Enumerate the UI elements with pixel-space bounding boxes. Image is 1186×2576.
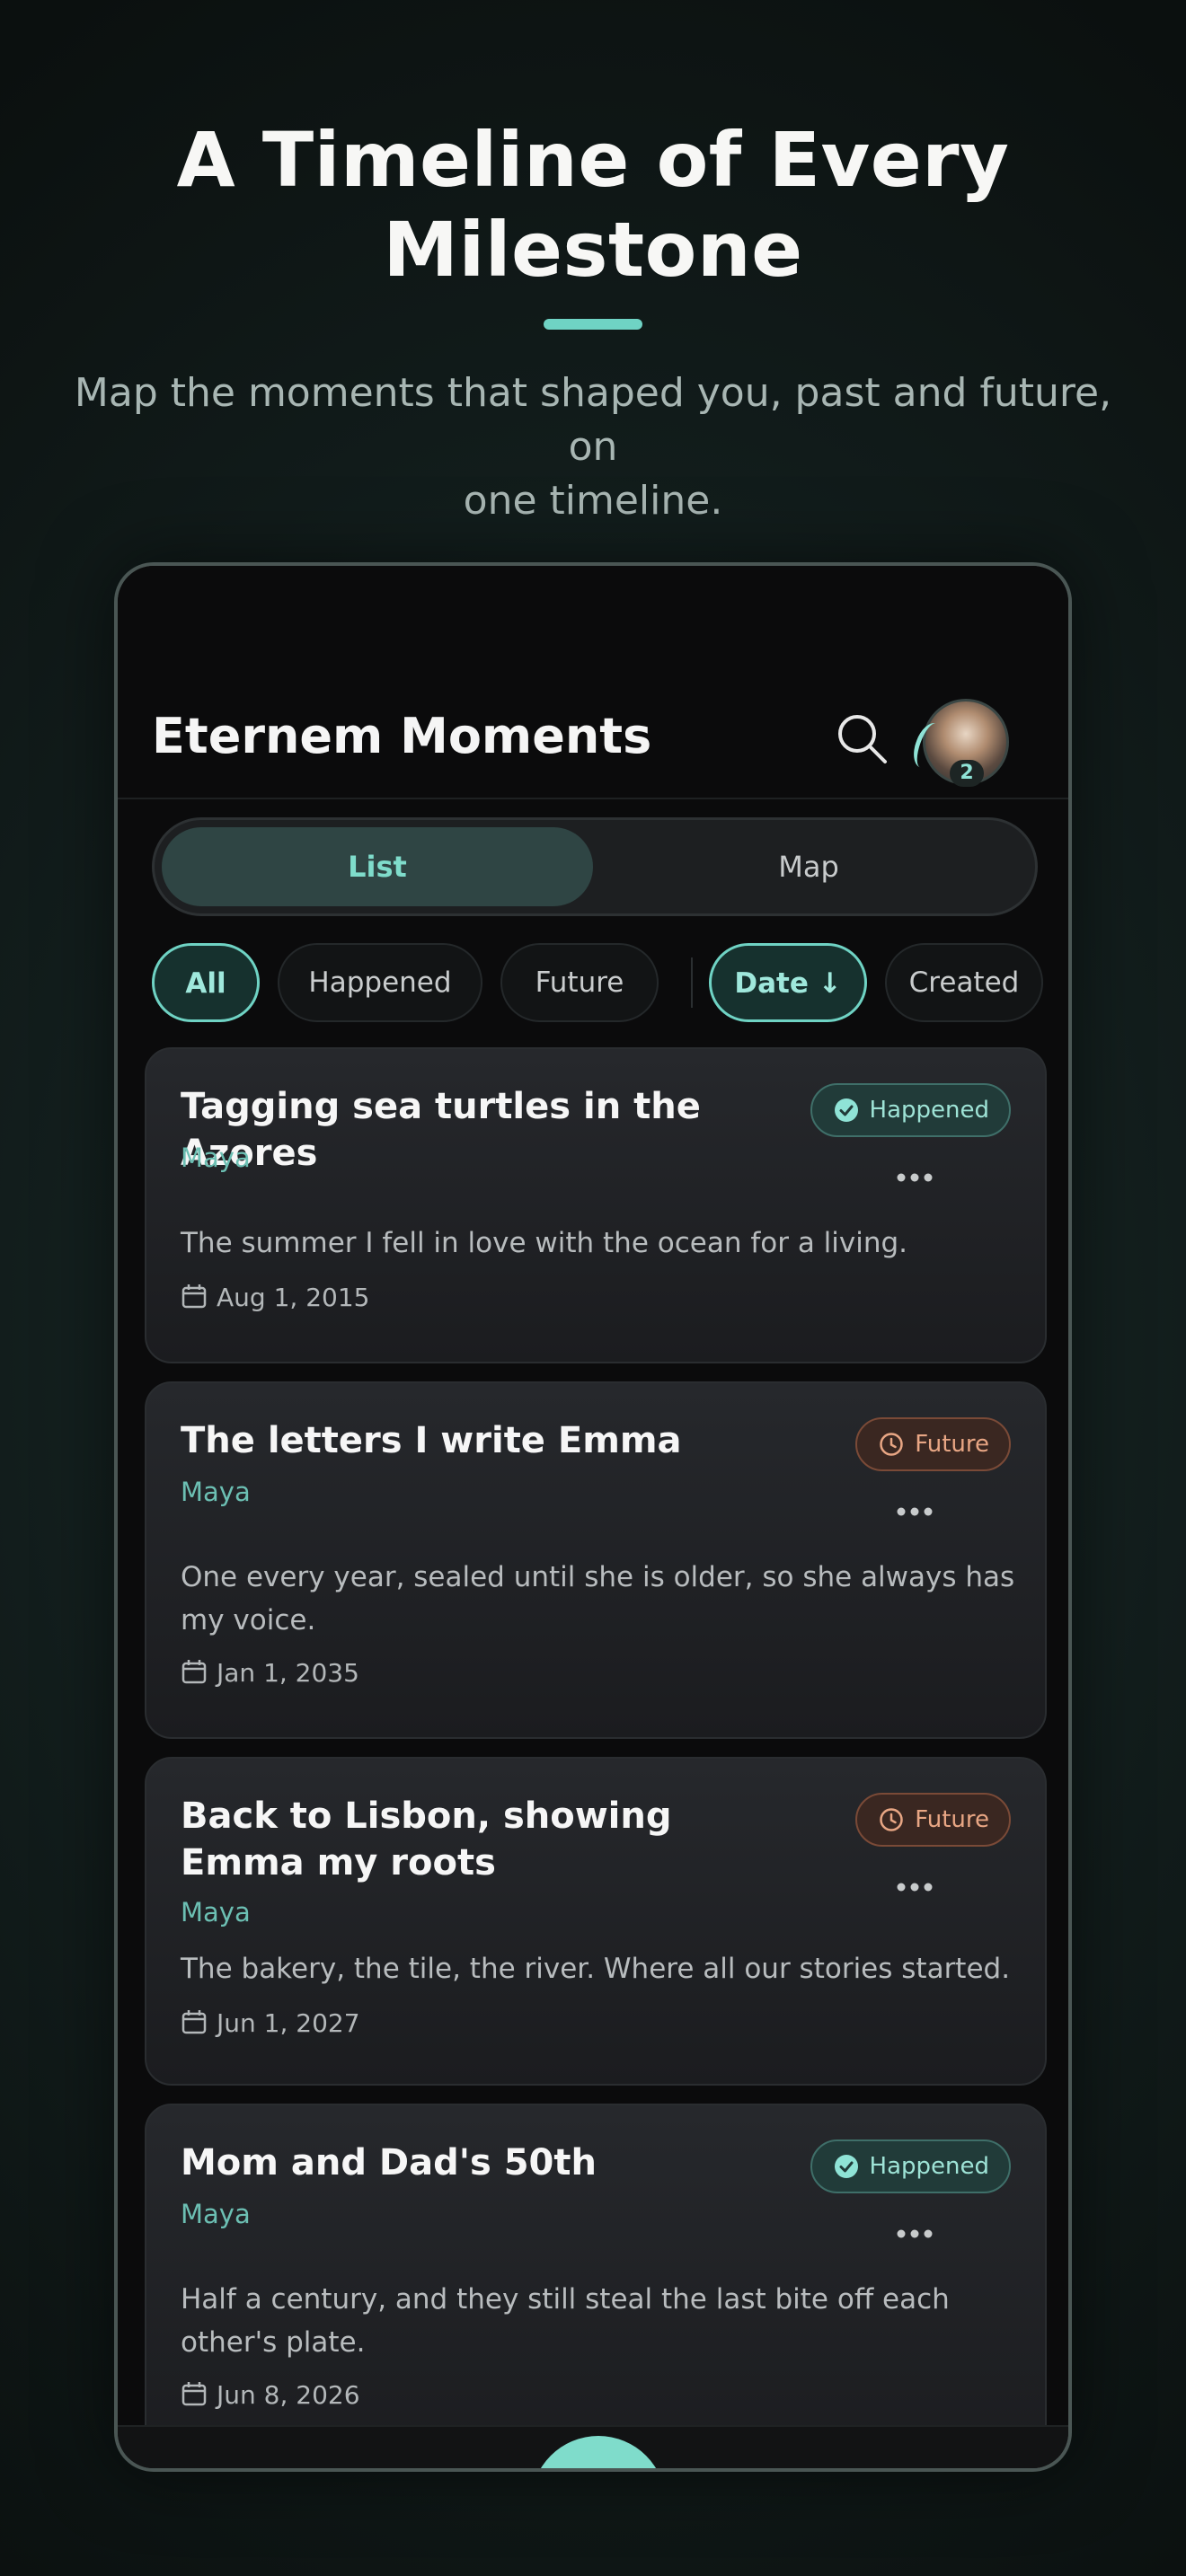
status-badge-label: Happened xyxy=(869,2153,989,2180)
moment-date-text: Jun 8, 2026 xyxy=(217,2380,360,2410)
clock-icon xyxy=(880,1433,903,1456)
avatar-badge: 2 xyxy=(950,760,984,787)
calendar-icon xyxy=(181,2382,207,2406)
clock-icon xyxy=(880,1808,903,1831)
hero-headline: A Timeline of Every Milestone xyxy=(0,115,1186,295)
moment-author: Maya xyxy=(181,2199,251,2229)
calendar-icon xyxy=(181,1660,207,1684)
hero-subtitle-line2: one timeline. xyxy=(463,478,723,524)
hero-subtitle-line1: Map the moments that shaped you, past an… xyxy=(74,370,1112,470)
moment-card[interactable]: Tagging sea turtles in the Azores Happen… xyxy=(145,1047,1047,1363)
moment-title: Back to Lisbon, showing Emma my roots xyxy=(181,1795,672,1883)
moment-date: Jun 1, 2027 xyxy=(181,2008,360,2038)
calendar-icon xyxy=(181,1284,207,1309)
more-options-icon[interactable] xyxy=(892,1874,937,1901)
check-circle-icon xyxy=(834,2155,858,2178)
moment-author: Maya xyxy=(181,1897,251,1928)
app-title: Eternem Moments xyxy=(152,708,652,764)
moment-date-text: Jan 1, 2035 xyxy=(217,1658,359,1688)
phone-frame: Eternem Moments 2 List Map All Happened … xyxy=(114,562,1072,2472)
calendar-icon xyxy=(181,2010,207,2034)
moment-title: Mom and Dad's 50th xyxy=(181,2142,597,2183)
view-toggle: List Map xyxy=(152,817,1038,916)
status-badge: Happened xyxy=(810,1083,1011,1137)
search-icon[interactable] xyxy=(833,710,890,767)
moment-title: Tagging sea turtles in the Azores xyxy=(181,1086,701,1174)
sort-chip-date[interactable]: Date ↓ xyxy=(709,943,867,1022)
status-badge: Future xyxy=(855,1793,1011,1847)
moment-card[interactable]: The letters I write Emma Future Maya One… xyxy=(145,1381,1047,1739)
moment-description: The summer I fell in love with the ocean… xyxy=(181,1227,908,1259)
filter-chip-all[interactable]: All xyxy=(152,943,260,1022)
moment-description: The bakery, the tile, the river. Where a… xyxy=(181,1953,1011,1985)
status-badge: Happened xyxy=(810,2139,1011,2193)
moment-date-text: Aug 1, 2015 xyxy=(217,1283,370,1312)
moment-description: Half a century, and they still steal the… xyxy=(181,2283,950,2359)
moment-date: Jun 8, 2026 xyxy=(181,2380,360,2410)
app-bar: Eternem Moments 2 xyxy=(118,566,1068,799)
status-badge: Future xyxy=(855,1417,1011,1471)
status-badge-label: Future xyxy=(915,1431,989,1458)
moment-author: Maya xyxy=(181,1477,251,1507)
moment-date: Aug 1, 2015 xyxy=(181,1283,369,1312)
status-badge-label: Future xyxy=(915,1806,989,1833)
tab-list[interactable]: List xyxy=(162,827,593,906)
moment-date-text: Jun 1, 2027 xyxy=(217,2008,360,2038)
moment-date: Jan 1, 2035 xyxy=(181,1658,359,1688)
status-badge-label: Happened xyxy=(869,1097,989,1124)
more-options-icon[interactable] xyxy=(892,1164,937,1191)
filter-chip-happened[interactable]: Happened xyxy=(278,943,482,1022)
more-options-icon[interactable] xyxy=(892,2220,937,2247)
hero-headline-line1: A Timeline of Every xyxy=(176,116,1010,204)
moment-description: One every year, sealed until she is olde… xyxy=(181,1561,1015,1636)
filter-bar: All Happened Future Date ↓ Created xyxy=(152,943,1068,1024)
moment-card[interactable]: Back to Lisbon, showing Emma my roots Fu… xyxy=(145,1757,1047,2086)
tab-map[interactable]: Map xyxy=(593,827,1024,906)
hero-headline-line2: Milestone xyxy=(383,206,803,294)
more-options-icon[interactable] xyxy=(892,1498,937,1525)
hero-subtitle: Map the moments that shaped you, past an… xyxy=(72,366,1114,528)
moment-card[interactable]: Mom and Dad's 50th Happened Maya Half a … xyxy=(145,2104,1047,2468)
filter-chip-future[interactable]: Future xyxy=(500,943,659,1022)
headline-underline xyxy=(544,319,642,330)
sort-chip-created[interactable]: Created xyxy=(885,943,1043,1022)
moment-title: The letters I write Emma xyxy=(181,1420,682,1461)
profile-avatar-button[interactable]: 2 xyxy=(907,699,1009,787)
moment-author: Maya xyxy=(181,1142,251,1173)
check-circle-icon xyxy=(834,1098,858,1122)
filter-divider xyxy=(691,957,693,1008)
